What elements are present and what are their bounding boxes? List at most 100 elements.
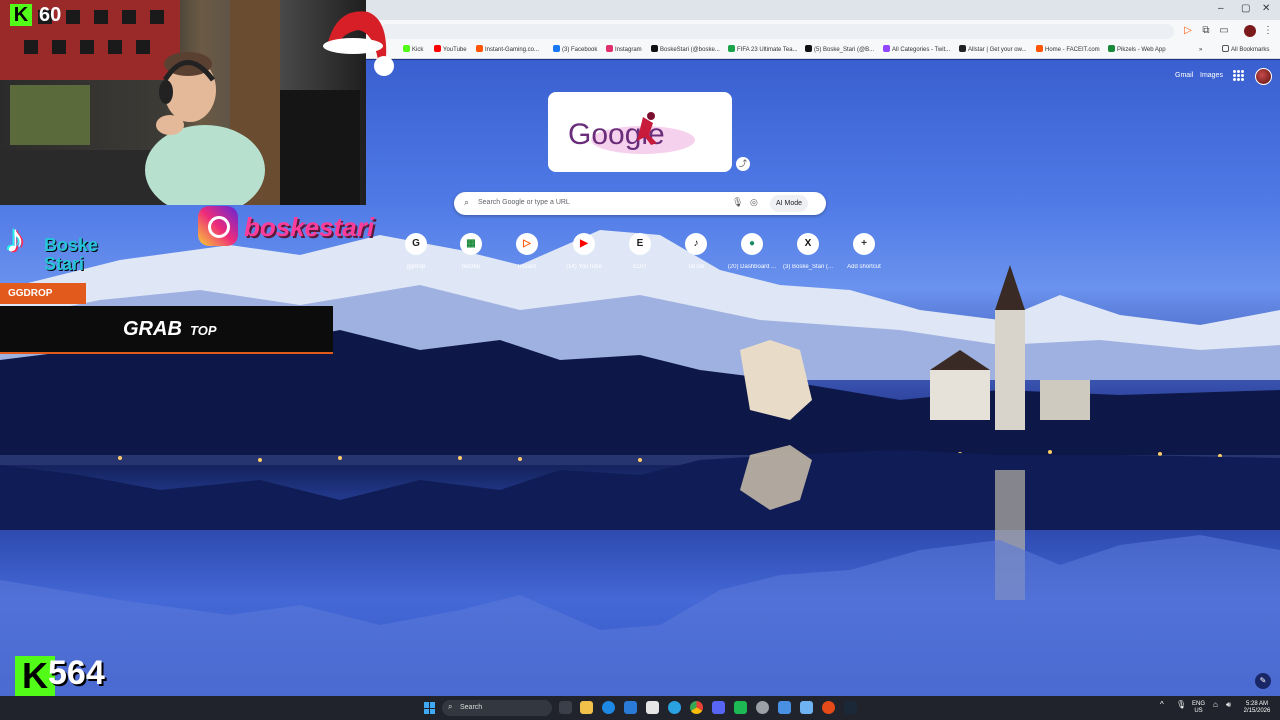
bookmark-favicon-icon bbox=[476, 45, 483, 52]
sidepanel-icon[interactable]: ▭ bbox=[1218, 25, 1230, 37]
shortcut-tile[interactable]: ▷ Instant bbox=[499, 233, 555, 270]
ai-mode-button[interactable]: AI Mode bbox=[770, 195, 809, 212]
chrome-icon[interactable] bbox=[690, 701, 703, 714]
instant-extension-icon[interactable]: ▷ bbox=[1182, 25, 1194, 37]
notepad-icon[interactable] bbox=[646, 701, 659, 714]
bookmark-label: Instant-Gaming.co... bbox=[485, 47, 540, 53]
bookmark-label: Allstar | Get your ow... bbox=[968, 47, 1027, 53]
profile-avatar[interactable] bbox=[1244, 25, 1256, 37]
bookmark-item[interactable]: Instagram bbox=[606, 44, 642, 56]
bookmark-label: (5) Boske_Stari (@B... bbox=[814, 47, 875, 53]
taskbar-search-label: Search bbox=[460, 704, 483, 711]
bookmark-item[interactable]: (3) Facebook bbox=[553, 44, 597, 56]
shortcut-label: TikTok bbox=[687, 264, 705, 270]
shortcut-tile[interactable]: ● (20) Dashboard ... bbox=[724, 233, 780, 270]
clock[interactable]: 5:28 AM 2/15/2026 bbox=[1240, 701, 1274, 715]
bookmark-label: YouTube bbox=[443, 47, 467, 53]
extensions-icon[interactable]: ⧉ bbox=[1200, 25, 1212, 37]
shortcut-favicon-icon: X bbox=[797, 233, 819, 255]
mail-icon[interactable] bbox=[624, 701, 637, 714]
bookmark-item[interactable]: Instant-Gaming.co... bbox=[476, 44, 539, 56]
bookmark-label: Kick bbox=[412, 47, 424, 53]
shortcut-favicon-icon: ● bbox=[741, 233, 763, 255]
shortcut-tile[interactable]: E EDIT bbox=[612, 233, 668, 270]
settings-icon[interactable] bbox=[756, 701, 769, 714]
bookmark-item[interactable]: All Categories - Twit... bbox=[883, 44, 950, 56]
shortcut-label: EDIT bbox=[633, 264, 647, 270]
app-blue-icon[interactable] bbox=[778, 701, 791, 714]
bookmark-item[interactable]: Pikzels - Web App bbox=[1108, 44, 1166, 56]
network-icon[interactable]: ⌂ bbox=[1213, 701, 1218, 709]
bookmark-item[interactable]: (5) Boske_Stari (@B... bbox=[805, 44, 874, 56]
volume-icon[interactable]: 🔊︎ bbox=[1226, 701, 1231, 709]
language-line2: US bbox=[1194, 708, 1203, 714]
steam-icon[interactable] bbox=[844, 701, 857, 714]
webcam-feed: K 60 bbox=[0, 0, 366, 205]
bookmark-label: Home - FACEIT.com bbox=[1045, 47, 1100, 53]
shortcut-tile[interactable]: Gggdrop bbox=[388, 233, 444, 270]
bookmark-favicon-icon bbox=[651, 45, 658, 52]
app-green-icon[interactable] bbox=[734, 701, 747, 714]
app-orange-icon[interactable] bbox=[822, 701, 835, 714]
address-bar[interactable] bbox=[380, 24, 1174, 39]
shortcut-tile[interactable]: ♪ TikTok bbox=[668, 233, 724, 270]
shortcut-label: (20) Dashboard ... bbox=[727, 264, 777, 270]
google-apps-icon[interactable] bbox=[1233, 70, 1244, 81]
photos-icon[interactable] bbox=[800, 701, 813, 714]
taskbar-search-icon: ⌕ bbox=[448, 702, 453, 711]
tray-overflow-icon[interactable]: ^ bbox=[1160, 701, 1164, 709]
bookmark-item[interactable]: Kick bbox=[403, 44, 423, 56]
images-link[interactable]: Images bbox=[1200, 72, 1223, 79]
search-placeholder: Search Google or type a URL bbox=[478, 199, 570, 206]
bookmark-item[interactable]: Allstar | Get your ow... bbox=[959, 44, 1027, 56]
shortcut-tile[interactable]: ▶ (14) YouTube bbox=[556, 233, 612, 270]
bookmark-item[interactable]: YouTube bbox=[434, 44, 467, 56]
bookmark-favicon-icon bbox=[1108, 45, 1115, 52]
bookmark-item[interactable]: Home - FACEIT.com bbox=[1036, 44, 1100, 56]
tray-mic-icon[interactable]: 🎙︎ bbox=[1176, 701, 1186, 709]
language-indicator[interactable]: ENG US bbox=[1192, 701, 1205, 715]
shortcut-favicon-icon: ▷ bbox=[516, 233, 538, 255]
close-icon[interactable]: ✕ bbox=[1262, 3, 1270, 14]
bookmarks-overflow-icon[interactable]: » bbox=[1199, 44, 1202, 56]
menu-icon[interactable]: ⋮ bbox=[1262, 25, 1274, 37]
ggdrop-badge: GGDROP bbox=[0, 283, 86, 304]
minimize-icon[interactable]: – bbox=[1218, 3, 1224, 14]
task-view-icon[interactable] bbox=[559, 701, 572, 714]
customize-icon[interactable]: ✎ bbox=[1255, 673, 1271, 689]
google-doodle[interactable]: Google bbox=[548, 92, 732, 172]
camera-icon[interactable]: ◎ bbox=[750, 197, 758, 208]
windows-start-icon[interactable] bbox=[424, 702, 436, 714]
bookmark-item[interactable]: BoskeStari (@boske... bbox=[651, 44, 720, 56]
shortcut-favicon-icon: ▶ bbox=[573, 233, 595, 255]
bookmark-favicon-icon bbox=[553, 45, 560, 52]
search-box[interactable]: ⌕ Search Google or type a URL 🎙︎ ◎ AI Mo… bbox=[454, 192, 826, 215]
bookmark-favicon-icon bbox=[1036, 45, 1043, 52]
copilot-icon[interactable] bbox=[602, 701, 615, 714]
tiktok-handle-line1: Boske bbox=[44, 235, 99, 255]
all-bookmarks[interactable]: All Bookmarks bbox=[1222, 44, 1269, 56]
share-icon[interactable]: ⤴ bbox=[736, 157, 750, 171]
shortcut-tile[interactable]: + Add shortcut bbox=[836, 233, 892, 270]
bookmark-favicon-icon bbox=[883, 45, 890, 52]
tiktok-logo-icon: ♪ bbox=[5, 217, 25, 261]
microphone-icon[interactable]: 🎙︎ bbox=[732, 197, 743, 208]
discord-icon[interactable] bbox=[712, 701, 725, 714]
folder-icon bbox=[1222, 45, 1229, 52]
telegram-icon[interactable] bbox=[668, 701, 681, 714]
account-avatar[interactable] bbox=[1255, 68, 1272, 85]
taskbar-search[interactable]: ⌕ Search bbox=[442, 700, 552, 716]
gmail-link[interactable]: Gmail bbox=[1175, 72, 1193, 79]
shortcut-tile[interactable]: ▦ bet365 bbox=[443, 233, 499, 270]
shortcut-label: ggdrop bbox=[406, 264, 426, 270]
shortcut-tile[interactable]: X (3) Boske_Stari (... bbox=[780, 233, 836, 270]
bookmark-label: All Categories - Twit... bbox=[892, 47, 951, 53]
shortcut-label: (3) Boske_Stari (... bbox=[782, 264, 833, 270]
grab-banner: GRAB TOP bbox=[0, 306, 333, 354]
shortcut-favicon-icon: + bbox=[853, 233, 875, 255]
kick-viewer-count: 60 bbox=[39, 4, 62, 26]
file-explorer-icon[interactable] bbox=[580, 701, 593, 714]
clock-time: 5:28 AM bbox=[1245, 701, 1268, 707]
bookmark-item[interactable]: FIFA 23 Ultimate Tea... bbox=[728, 44, 798, 56]
maximize-icon[interactable]: ▢ bbox=[1241, 3, 1250, 14]
